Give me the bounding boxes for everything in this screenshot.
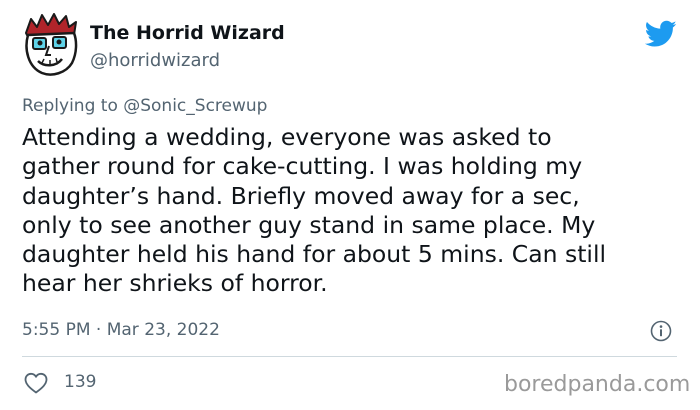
heart-icon[interactable] (24, 372, 48, 394)
cartoon-face-avatar-icon (25, 13, 78, 76)
twitter-bird-icon[interactable] (644, 20, 677, 48)
author-handle[interactable]: @horridwizard (90, 50, 220, 71)
replying-to-line[interactable]: Replying to @Sonic_Screwup (22, 96, 267, 116)
author-display-name[interactable]: The Horrid Wizard (90, 22, 285, 44)
watermark: boredpanda.com (504, 372, 691, 397)
tweet-text: Attending a wedding, everyone was asked … (22, 123, 607, 298)
avatar[interactable] (22, 13, 80, 77)
divider (22, 356, 677, 357)
tweet-timestamp[interactable]: 5:55 PM · Mar 23, 2022 (22, 320, 220, 340)
like-count[interactable]: 139 (64, 372, 96, 392)
info-icon[interactable] (650, 320, 672, 342)
